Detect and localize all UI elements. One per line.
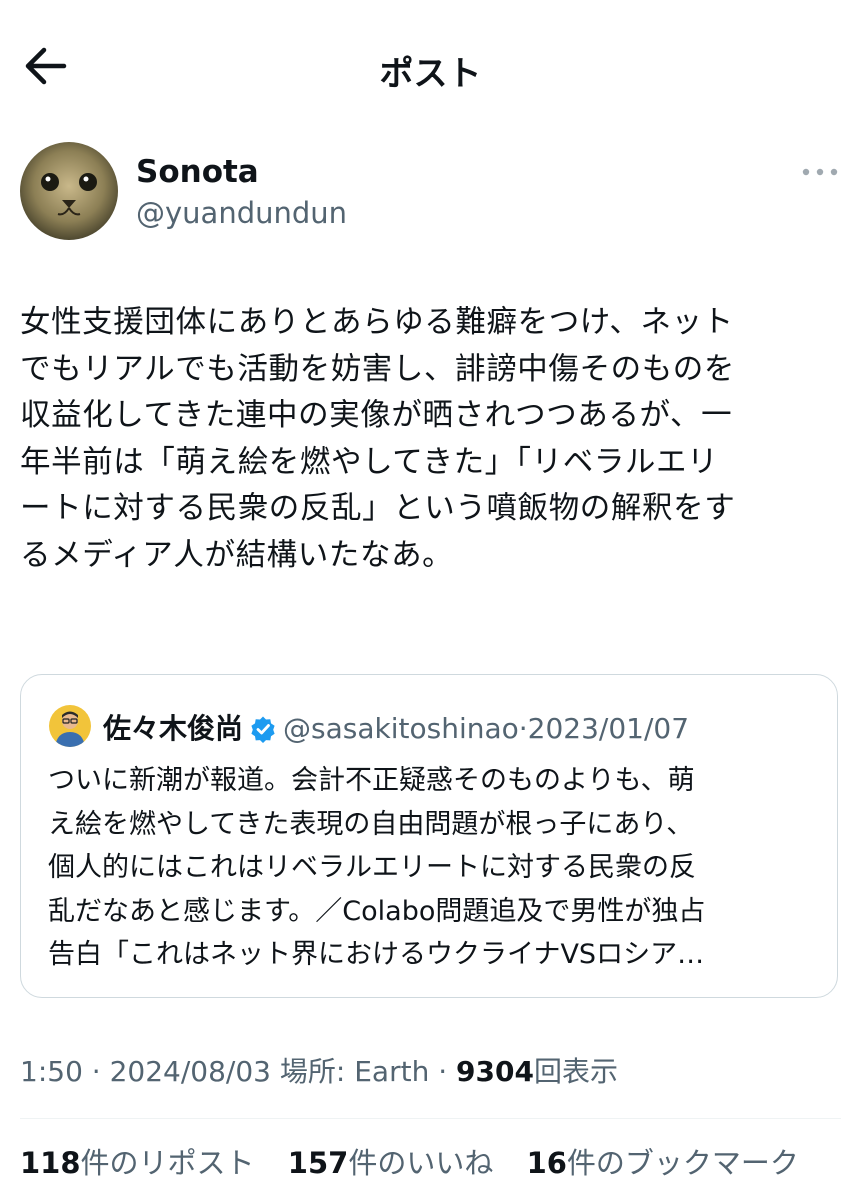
more-options-button[interactable]: [800, 162, 840, 182]
top-bar: ポスト: [0, 0, 861, 130]
bookmarks-label: 件のブックマーク: [566, 1146, 799, 1180]
verified-badge-icon: [251, 716, 275, 743]
tweet-location: 場所: Earth: [279, 1055, 430, 1088]
quoted-tweet[interactable]: 佐々木俊尚 @sasakitoshinao·2023/01/07 ついに新潮が報道…: [20, 674, 838, 998]
quoted-handle: @sasakitoshinao: [283, 712, 519, 745]
reposts-label: 件のリポスト: [80, 1146, 255, 1180]
views-count: 9304: [456, 1055, 534, 1088]
divider: [20, 1118, 841, 1119]
reposts-stat[interactable]: 118件のリポスト: [20, 1146, 255, 1180]
meta-separator: ·: [438, 1055, 448, 1088]
reposts-count: 118: [20, 1146, 81, 1180]
author-display-name[interactable]: Sonota: [136, 154, 259, 190]
quoted-date: 2023/01/07: [527, 712, 690, 745]
quoted-header: 佐々木俊尚 @sasakitoshinao·2023/01/07: [103, 707, 827, 747]
quoted-separator: ·: [518, 712, 528, 745]
author-row: Sonota @yuandundun: [20, 142, 840, 242]
likes-stat[interactable]: 157件のいいね: [288, 1146, 494, 1180]
person-avatar-image: [49, 705, 91, 747]
bookmarks-count: 16: [526, 1146, 567, 1180]
quoted-avatar: [49, 705, 91, 747]
quoted-display-name: 佐々木俊尚: [103, 712, 244, 745]
meta-separator: ·: [91, 1055, 101, 1088]
quoted-text: ついに新潮が報道。会計不正疑惑そのものよりも、萌 え絵を燃やしてきた表現の自由問…: [48, 765, 706, 970]
author-handle[interactable]: @yuandundun: [136, 196, 347, 230]
bookmarks-stat[interactable]: 16件のブックマーク: [527, 1146, 799, 1180]
tweet-text: 女性支援団体にありとあらゆる難癖をつけ、ネット でもリアルでも活動を妨害し、誹謗…: [20, 305, 736, 573]
engagement-stats: 118件のリポスト 157件のいいね 16件のブックマーク: [20, 1140, 823, 1182]
tweet-meta: 1:50 · 2024/08/03 場所: Earth · 9304回表示: [20, 1050, 618, 1090]
cat-avatar-image: [20, 142, 118, 240]
more-dots-icon: [802, 168, 838, 176]
likes-count: 157: [287, 1146, 349, 1180]
avatar[interactable]: [20, 142, 118, 240]
tweet-date[interactable]: 2024/08/03: [110, 1055, 271, 1088]
likes-label: 件のいいね: [348, 1146, 494, 1180]
page-title: ポスト: [379, 54, 482, 94]
tweet-time[interactable]: 1:50: [20, 1055, 83, 1088]
views-label: 回表示: [533, 1055, 618, 1088]
